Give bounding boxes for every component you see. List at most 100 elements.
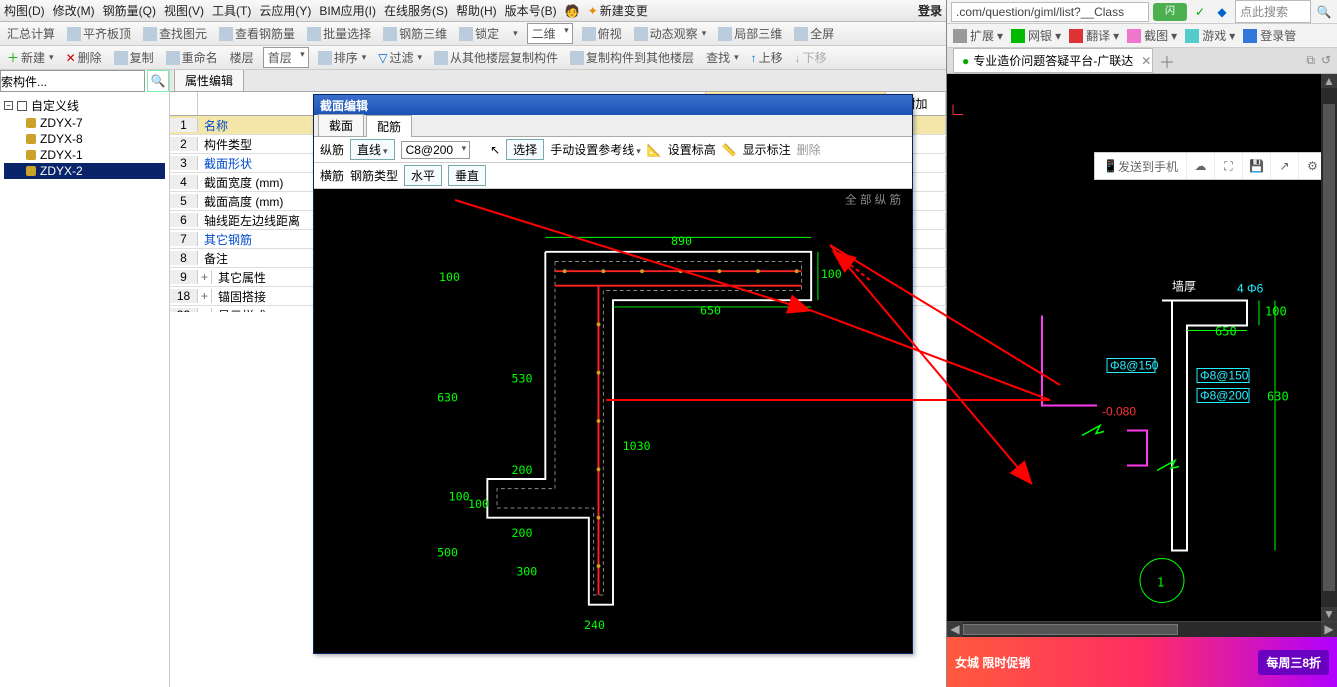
delete-button[interactable]: ✕删除 (63, 48, 105, 67)
tree-item[interactable]: ZDYX-7 (4, 115, 165, 131)
close-tab-icon[interactable]: ✕ (1141, 54, 1151, 68)
search-icon[interactable]: 🔍 (1315, 3, 1333, 21)
expand-icon[interactable]: + (198, 308, 212, 312)
node-icon (26, 118, 36, 128)
ad-banner[interactable]: 女城 限时促销 每周三8折 (947, 637, 1337, 687)
show-dim-button[interactable]: 显示标注 (743, 141, 791, 158)
login-mgr-button[interactable]: 登录管 (1243, 27, 1296, 44)
share-icon[interactable]: ↗ (1270, 153, 1298, 179)
expand-icon[interactable]: + (198, 289, 212, 303)
dyn-view-button[interactable]: 动态观察 (631, 24, 710, 43)
node-icon (26, 166, 36, 176)
new-button[interactable]: ＋新建 (4, 48, 57, 67)
local3d-button[interactable]: 局部三维 (715, 24, 785, 43)
tree-root[interactable]: − 自定义线 (4, 96, 165, 115)
url-field[interactable]: .com/question/giml/list?__Class (951, 2, 1149, 22)
copy-to-button[interactable]: 复制构件到其他楼层 (567, 48, 697, 67)
lock-button[interactable]: 锁定 (456, 24, 502, 43)
translate-button[interactable]: 翻译▾ (1069, 27, 1119, 44)
vert-button[interactable]: 垂直 (448, 165, 486, 186)
search-button[interactable]: 🔍 (147, 70, 169, 92)
filter-button[interactable]: ▽过滤 (375, 48, 425, 67)
tab-list-icon[interactable]: ⧉ (1306, 53, 1315, 68)
view-rebar-button[interactable]: 查看钢筋量 (216, 24, 298, 43)
menu-item[interactable]: 云应用(Y) (259, 2, 311, 19)
find-element-button[interactable]: 查找图元 (140, 24, 210, 43)
menu-item[interactable]: 修改(M) (53, 2, 95, 19)
menu-item[interactable]: 构图(D) (4, 2, 45, 19)
cad-app: 构图(D) 修改(M) 钢筋量(Q) 视图(V) 工具(T) 云应用(Y) BI… (0, 0, 947, 687)
delete-button[interactable]: 删除 (797, 141, 821, 158)
new-tab-button[interactable]: ＋ (1159, 49, 1175, 73)
line-type-button[interactable]: 直线 (350, 139, 395, 160)
svg-text:100: 100 (468, 497, 489, 511)
save-icon[interactable]: 💾 (1242, 153, 1270, 179)
top-view-button[interactable]: 俯视 (579, 24, 625, 43)
svg-text:全 部 纵 筋: 全 部 纵 筋 (845, 193, 901, 207)
horiz-button[interactable]: 水平 (404, 165, 442, 186)
tab-rebar[interactable]: 配筋 (366, 115, 412, 137)
tab-section[interactable]: 截面 (318, 114, 364, 136)
cad-viewport[interactable]: 📱 发送到手机 ☁ ⛶ 💾 ↗ ⚙ 650 630 100 4 Φ6 Φ8@15… (947, 74, 1337, 687)
floor-select[interactable]: 首层 (263, 47, 309, 68)
tree-item[interactable]: ZDYX-8 (4, 131, 165, 147)
rename-button[interactable]: 重命名 (163, 48, 221, 67)
tree-item[interactable]: ZDYX-1 (4, 147, 165, 163)
section-canvas[interactable]: 890 100 650 1030 530 630 500 200 200 300… (314, 189, 912, 653)
restore-tab-icon[interactable]: ↺ (1321, 53, 1331, 68)
up-icon: ↑ (751, 51, 757, 65)
horizontal-scrollbar[interactable]: ◀▶ (947, 621, 1337, 637)
collapse-icon[interactable]: − (4, 101, 13, 110)
view2d-select[interactable]: 二维 (527, 23, 573, 44)
tree-item-selected[interactable]: ZDYX-2 (4, 163, 165, 179)
refresh-icon[interactable]: ✓ (1191, 3, 1209, 21)
expand-icon[interactable]: ⛶ (1214, 153, 1242, 179)
find-button[interactable]: 查找 (703, 48, 742, 67)
screenshot-button[interactable]: 截图▾ (1127, 27, 1177, 44)
batch-select-button[interactable]: 批量选择 (304, 24, 374, 43)
new-change-button[interactable]: ✦新建变更 (588, 2, 648, 19)
browser-tab[interactable]: ● 专业造价问题答疑平台-广联达 ✕ (953, 48, 1153, 73)
level-top-button[interactable]: 平齐板顶 (64, 24, 134, 43)
fullscreen-button[interactable]: 全屏 (791, 24, 837, 43)
svg-text:630: 630 (437, 391, 458, 405)
bank-button[interactable]: 网银▾ (1011, 27, 1061, 44)
move-down-button[interactable]: ↓下移 (792, 48, 830, 67)
rebar-spec-select[interactable]: C8@200 (401, 141, 471, 159)
menu-item[interactable]: BIM应用(I) (319, 2, 376, 19)
more-dropdown[interactable] (508, 27, 521, 40)
search-field[interactable]: 点此搜索 (1235, 0, 1311, 23)
manual-ref-button[interactable]: 手动设置参考线 (550, 141, 641, 158)
menu-item[interactable]: 帮助(H) (456, 2, 497, 19)
menu-item[interactable]: 工具(T) (212, 2, 251, 19)
topview-icon (582, 27, 596, 41)
ext-button[interactable]: 扩展▾ (953, 27, 1003, 44)
speed-toggle[interactable]: 闪 (1153, 3, 1187, 21)
menu-bar: 构图(D) 修改(M) 钢筋量(Q) 视图(V) 工具(T) 云应用(Y) BI… (0, 0, 946, 22)
games-button[interactable]: 游戏▾ (1185, 27, 1235, 44)
batch-icon (307, 27, 321, 41)
select-button[interactable]: 选择 (506, 139, 544, 160)
fav-icon[interactable]: ◆ (1213, 3, 1231, 21)
sort-button[interactable]: 排序 (315, 48, 370, 67)
menu-item[interactable]: 钢筋量(Q) (103, 2, 156, 19)
menu-item[interactable]: 视图(V) (164, 2, 204, 19)
login-button[interactable]: 登录 (918, 2, 942, 19)
move-up-button[interactable]: ↑上移 (748, 48, 786, 67)
key-icon (1243, 29, 1257, 43)
copy-from-button[interactable]: 从其他楼层复制构件 (431, 48, 561, 67)
vertical-scrollbar[interactable]: ▲▼ (1321, 74, 1337, 621)
rebar3d-button[interactable]: 钢筋三维 (380, 24, 450, 43)
menu-item[interactable]: 在线服务(S) (384, 2, 448, 19)
set-elev-button[interactable]: 设置标高 (668, 141, 716, 158)
send-to-phone-button[interactable]: 📱 发送到手机 (1095, 153, 1186, 179)
tree-root-label: 自定义线 (31, 97, 79, 114)
cloud-icon[interactable]: ☁ (1186, 153, 1214, 179)
expand-icon[interactable]: + (198, 270, 212, 284)
tab-property-edit[interactable]: 属性编辑 (174, 70, 244, 91)
browser-tabstrip: ● 专业造价问题答疑平台-广联达 ✕ ＋ ⧉ ↺ (947, 48, 1337, 74)
menu-item[interactable]: 版本号(B) (505, 2, 557, 19)
search-input[interactable]: 索构件... (0, 70, 145, 92)
copy-button[interactable]: 复制 (111, 48, 157, 67)
summary-calc-button[interactable]: 汇总计算 (4, 24, 58, 43)
